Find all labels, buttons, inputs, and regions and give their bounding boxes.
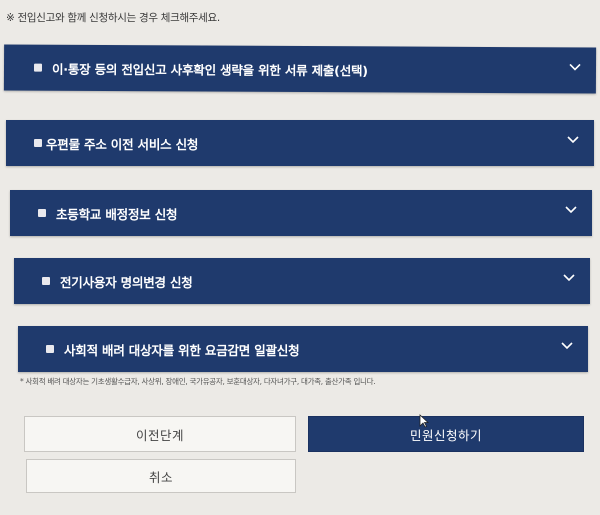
- option-fee-reduction[interactable]: 사회적 배려 대상자를 위한 요금감면 일괄신청: [18, 326, 588, 372]
- mouse-pointer-icon: [419, 414, 429, 428]
- checkbox-icon[interactable]: [38, 209, 46, 217]
- checkbox-icon[interactable]: [46, 345, 54, 353]
- option-label: 사회적 배려 대상자를 위한 요금감면 일괄신청: [64, 342, 300, 358]
- chevron-down-icon[interactable]: [560, 338, 574, 352]
- option-label: 우편물 주소 이전 서비스 신청: [46, 136, 199, 152]
- checkbox-icon[interactable]: [34, 139, 42, 147]
- prev-step-button[interactable]: 이전단계: [24, 416, 296, 452]
- chevron-down-icon[interactable]: [566, 132, 580, 146]
- footnote-text: * 사회적 배려 대상자는 기초생활수급자, 사상위, 장애인, 국가유공자, …: [20, 377, 376, 386]
- checkbox-icon[interactable]: [33, 63, 43, 72]
- option-mail-forwarding[interactable]: 우편물 주소 이전 서비스 신청: [6, 120, 594, 166]
- option-elementary-school[interactable]: 초등학교 배정정보 신청: [10, 190, 592, 236]
- option-label: 초등학교 배정정보 신청: [56, 206, 178, 222]
- option-address-verification[interactable]: 이·통장 등의 전입신고 사후확인 생략을 위한 서류 제출(선택): [3, 44, 597, 94]
- option-electricity-name-change[interactable]: 전기사용자 명의변경 신청: [14, 258, 590, 304]
- cancel-button[interactable]: 취소: [26, 459, 296, 493]
- checkbox-icon[interactable]: [42, 277, 50, 285]
- notice-text: ※ 전입신고와 함께 신청하시는 경우 체크해주세요.: [6, 12, 220, 24]
- chevron-down-icon[interactable]: [562, 270, 576, 284]
- option-label: 전기사용자 명의변경 신청: [60, 274, 193, 290]
- chevron-down-icon[interactable]: [568, 59, 582, 73]
- option-label: 이·통장 등의 전입신고 사후확인 생략을 위한 서류 제출(선택): [51, 61, 368, 78]
- submit-application-button[interactable]: 민원신청하기: [308, 416, 584, 452]
- chevron-down-icon[interactable]: [564, 202, 578, 216]
